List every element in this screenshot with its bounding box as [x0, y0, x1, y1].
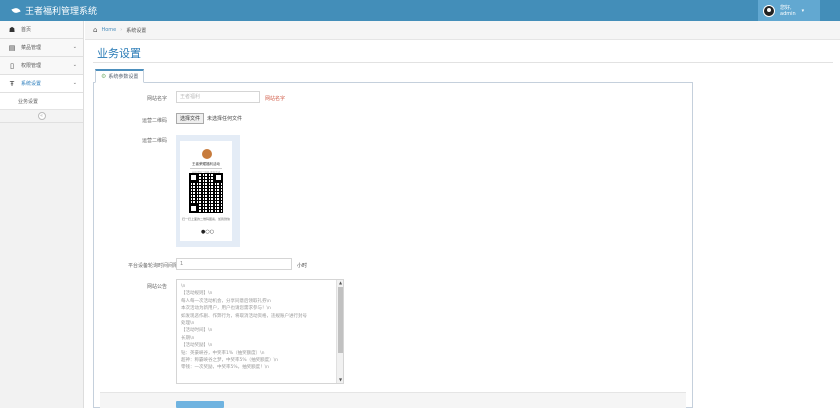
page-title: 业务设置 [97, 47, 141, 60]
title-divider [93, 62, 833, 63]
site-name-label: 网站名字 [146, 96, 167, 102]
user-avatar-icon [763, 4, 775, 17]
sidebar-subitem-label: 业务设置 [18, 98, 39, 105]
interval-label: 平台设备轮询时间间隔 [127, 263, 178, 269]
notice-line: 【活动规则】\n [181, 291, 213, 297]
scroll-thumb[interactable] [338, 287, 343, 353]
qr-upload-label: 运营二维码 [141, 118, 167, 124]
notice-line: 超神：称霸峡谷之梦，中奖率5%（抽奖额度）\n [181, 358, 279, 364]
dashboard-icon: ☗ [8, 25, 16, 34]
qr-code-icon [189, 173, 223, 213]
notice-line: \n [181, 284, 186, 289]
notice-line: 本次活动为新用户，用户也请您需求参与！\n [181, 306, 271, 312]
interval-input[interactable] [176, 258, 292, 270]
sidebar-item-permission-management[interactable]: ▯ 权限管理 ⌄ [0, 57, 83, 75]
scroll-down-icon[interactable]: ▼ [337, 377, 343, 383]
sidebar-subitem-business-settings[interactable]: 业务设置 [0, 93, 83, 110]
qr-card-inner: 王者荣耀福利活动 长按识别二维码 参加活动 扫一扫上面的二维码图案，加我微信 ●… [180, 141, 232, 241]
tab-bar: ⚙ 系统参数设置 [93, 69, 693, 83]
collapse-icon[interactable]: « [37, 112, 46, 120]
caret-down-icon: ▾ [801, 7, 805, 14]
interval-unit: 小时 [297, 263, 308, 269]
notice-line: 【活动奖励】\n [181, 343, 213, 349]
sidebar-item-label: 权限管理 [21, 63, 42, 69]
qr-preview-label: 运营二维码 [141, 138, 167, 144]
notice-line: 钻：英豪峡谷，中奖率1%（抽奖额度）\n [181, 350, 265, 356]
user-info: 您好, admin [780, 5, 796, 17]
breadcrumb-home-link[interactable]: Home [101, 27, 116, 33]
choose-file-button[interactable]: 选择文件 [176, 113, 205, 124]
breadcrumb-separator: › [120, 27, 123, 33]
user-menu[interactable]: 您好, admin ▾ [758, 0, 820, 21]
user-name: admin [780, 10, 796, 17]
leaf-logo-icon [11, 6, 21, 15]
submit-button[interactable] [176, 401, 224, 408]
qr-avatar-icon [202, 149, 212, 159]
chevron-down-icon: ⌄ [72, 44, 77, 50]
breadcrumb-current: 系统设置 [126, 27, 147, 34]
brand[interactable]: 王者福利管理系统 [0, 4, 97, 17]
qr-divider [190, 168, 222, 169]
app-title: 王者福利管理系统 [25, 7, 98, 17]
list-icon: ▤ [8, 43, 16, 52]
sidebar-item-label: 菜品管理 [21, 45, 42, 51]
notice-line: 如发现恶作剧、作弊行为，将取消活动资格，违规账户进行封号 [181, 313, 307, 319]
notice-line: 【活动时间】\n [181, 328, 213, 334]
file-icon: ▯ [10, 61, 14, 70]
qr-footer: 扫一扫上面的二维码图案，加我微信 [181, 217, 230, 221]
text-icon: Ŧ [9, 79, 15, 88]
qr-brand-logo: ●○○ [201, 229, 215, 235]
breadcrumb: ⌂ Home › 系统设置 [85, 21, 840, 40]
sidebar-item-menu-management[interactable]: ▤ 菜品管理 ⌄ [0, 39, 83, 57]
cog-icon: ⚙ [101, 73, 107, 80]
home-icon: ⌂ [93, 26, 98, 34]
chevron-down-icon: ⌄ [72, 62, 77, 68]
tab-label: 系统参数设置 [108, 74, 139, 80]
sidebar-item-label: 系统设置 [21, 81, 42, 87]
notice-line: 每人每一次活动机会，分享同意后领取礼券\n [181, 298, 271, 304]
file-status: 未选择任何文件 [207, 116, 243, 122]
sidebar-item-home[interactable]: ☗ 首页 [0, 21, 83, 39]
notice-label: 网站公告 [146, 284, 167, 290]
top-navbar: 王者福利管理系统 您好, admin ▾ [0, 0, 840, 21]
notice-textarea[interactable]: \n 【活动规则】\n 每人每一次活动机会，分享同意后领取礼券\n 本次活动为新… [176, 279, 344, 384]
scroll-up-icon[interactable]: ▲ [337, 280, 343, 286]
notice-line: 长期\n [181, 335, 195, 341]
tab-system-params[interactable]: ⚙ 系统参数设置 [95, 69, 145, 83]
site-name-input[interactable] [176, 91, 260, 103]
sidebar-item-system-settings[interactable]: Ŧ 系统设置 ⌄ [0, 75, 83, 93]
notice-line: 处理\n [181, 321, 195, 327]
sidebar-collapse: « [0, 110, 83, 123]
qr-code-preview: 王者荣耀福利活动 长按识别二维码 参加活动 扫一扫上面的二维码图案，加我微信 ●… [176, 135, 240, 247]
sidebar-item-label: 首页 [21, 27, 32, 33]
sidebar: ☗ 首页 ▤ 菜品管理 ⌄ ▯ 权限管理 ⌄ Ŧ 系统设置 ⌄ 业务设置 « [0, 21, 84, 408]
textarea-scrollbar[interactable]: ▲ ▼ [336, 280, 343, 383]
site-name-help: 网站名字 [265, 96, 286, 102]
notice-line: 零钱：一次奖励，中奖率5%，抽奖额度！\n [181, 365, 270, 371]
qr-card-name: 王者荣耀福利活动 [192, 162, 220, 166]
notice-content: \n 【活动规则】\n 每人每一次活动机会，分享同意后领取礼券\n 本次活动为新… [181, 283, 333, 372]
chevron-down-icon: ⌄ [72, 80, 77, 86]
